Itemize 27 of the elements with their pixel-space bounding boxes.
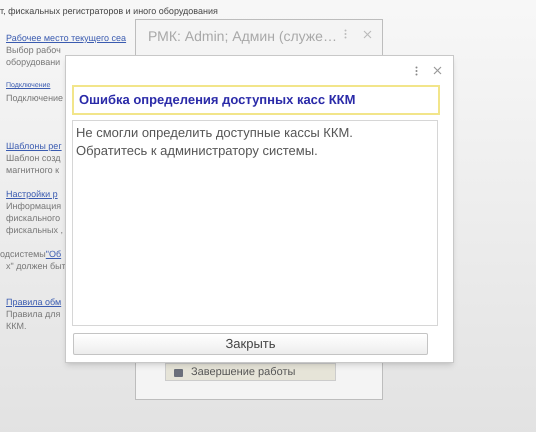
setting-description: Информация <box>6 200 62 212</box>
close-button[interactable]: Закрыть <box>73 333 428 355</box>
subsystem-link[interactable]: "Об <box>46 248 62 260</box>
setting-link[interactable]: Рабочее место текущего сеа <box>6 32 126 44</box>
close-icon[interactable] <box>433 66 442 75</box>
error-message: Не смогли определить доступные кассы ККМ. Обратитесь к администратору системы. <box>76 124 353 160</box>
more-icon[interactable] <box>415 66 418 76</box>
setting-description: Подключение <box>6 92 64 104</box>
window-title: РМК: Admin; Админ (служе… <box>148 27 337 46</box>
setting-description: одсистемы <box>0 248 46 260</box>
section-description: т, фискальных регистраторов и иного оборудования <box>0 5 218 17</box>
setting-description: Выбор рабоч <box>6 44 61 56</box>
close-icon[interactable] <box>363 30 372 39</box>
setting-description: магнитного к <box>6 164 60 176</box>
setting-description: Шаблон созд <box>6 152 61 164</box>
setting-description: ККМ. <box>6 320 26 332</box>
setting-description: оборудовани <box>6 56 60 68</box>
setting-description: х" должен быт <box>6 260 66 272</box>
error-title-field[interactable]: Ошибка определения доступных касс ККМ <box>72 85 440 115</box>
setting-description: фискального <box>6 212 60 224</box>
more-icon[interactable] <box>344 29 347 39</box>
setting-description: Правила для <box>6 308 60 320</box>
finish-button[interactable]: Завершение работы <box>165 363 336 381</box>
setting-link[interactable]: Шаблоны рег <box>6 140 62 152</box>
setting-link[interactable]: Правила обм <box>6 296 62 308</box>
setting-link[interactable]: Настройки р <box>6 188 58 200</box>
setting-description: фискальных , <box>6 224 63 236</box>
